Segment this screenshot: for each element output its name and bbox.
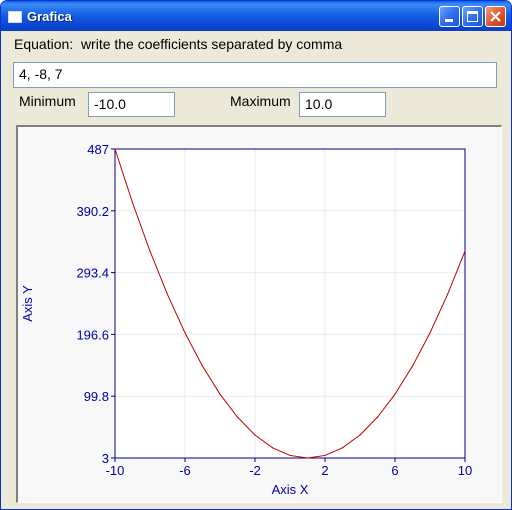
maximum-label: Maximum (230, 93, 291, 109)
x-tick-label: -6 (179, 463, 191, 478)
window-title: Grafica (27, 9, 72, 24)
x-tick-label: 2 (321, 463, 328, 478)
data-point (394, 393, 396, 395)
data-point (114, 148, 116, 150)
data-point (271, 447, 274, 449)
close-icon (490, 11, 501, 22)
x-tick-label: -2 (249, 463, 261, 478)
data-point (411, 365, 414, 367)
data-point (464, 250, 466, 252)
y-tick-label: 3 (102, 451, 109, 466)
data-point (201, 365, 204, 367)
grafica-window: Grafica Equation: write the coefficients… (0, 0, 512, 510)
data-point (219, 393, 221, 395)
maximum-input[interactable]: 10.0 (299, 92, 386, 117)
data-point (289, 454, 291, 457)
equation-label: Equation: write the coefficients separat… (14, 36, 343, 52)
data-point (131, 202, 134, 204)
y-axis-title: Axis Y (20, 285, 35, 322)
minimize-icon (445, 19, 453, 22)
maximize-icon (467, 11, 478, 22)
equation-input[interactable]: 4, -8, 7 (13, 62, 497, 88)
maximize-button[interactable] (462, 6, 483, 27)
title-bar[interactable]: Grafica (1, 1, 511, 31)
x-tick-label: 10 (458, 463, 472, 478)
data-point (446, 293, 449, 296)
data-point (254, 434, 256, 436)
minimum-label: Minimum (19, 93, 76, 109)
plot-panel: -10 -6 -2 2 6 10 3 99.8 196.6 293.4 390.2 487 Axis X… (16, 125, 502, 503)
minimize-button[interactable] (439, 6, 460, 27)
data-point (166, 293, 169, 296)
y-tick-label: 390.2 (76, 204, 109, 219)
plot-area (115, 149, 465, 458)
x-tick-label: 6 (391, 463, 398, 478)
y-tick-label: 293.4 (76, 266, 109, 281)
data-point (184, 332, 186, 334)
data-point (359, 434, 361, 436)
data-point (324, 454, 326, 457)
data-point (376, 416, 379, 418)
x-axis-title: Axis X (272, 482, 309, 497)
data-point (149, 250, 151, 252)
data-point (306, 457, 309, 459)
window-icon (8, 11, 22, 23)
data-point (236, 416, 239, 418)
y-tick-label: 99.8 (84, 389, 109, 404)
data-point (429, 332, 431, 334)
close-button[interactable] (485, 6, 506, 27)
y-tick-label: 196.6 (76, 327, 109, 342)
function-chart: -10 -6 -2 2 6 10399.8196.6293.4390.2487Axis X… (20, 142, 472, 497)
y-tick-label: 487 (87, 142, 109, 157)
minimum-input[interactable]: -10.0 (88, 92, 175, 117)
data-point (341, 447, 344, 449)
